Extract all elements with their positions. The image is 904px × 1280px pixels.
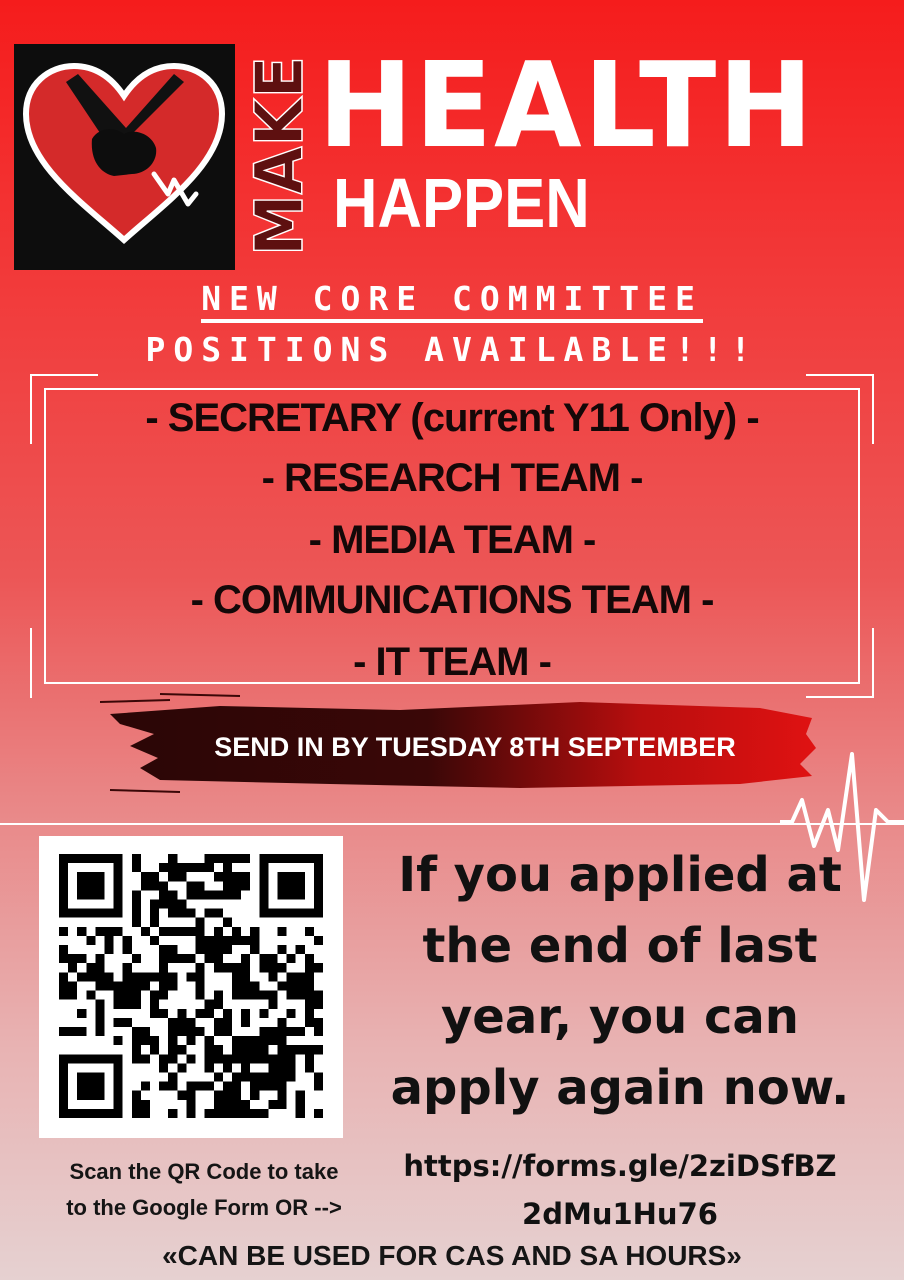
position-it-team: - IT TEAM - bbox=[353, 640, 552, 684]
make-label: MAKE bbox=[241, 56, 316, 256]
scan-instructions: Scan the QR Code to take to the Google F… bbox=[30, 1154, 378, 1226]
frame-line bbox=[44, 388, 860, 390]
form-url-link[interactable]: https://forms.gle/2ziDSfBZ 2dMu1Hu76 bbox=[370, 1142, 870, 1238]
headline-new-core-committee: NEW CORE COMMITTEE bbox=[0, 279, 904, 323]
frame-line bbox=[806, 374, 874, 376]
happen-title: HAPPEN bbox=[333, 164, 590, 242]
position-media-team: - MEDIA TEAM - bbox=[308, 518, 597, 562]
frame-line bbox=[30, 374, 98, 376]
headline-positions-available: POSITIONS AVAILABLE!!! bbox=[145, 330, 759, 369]
deadline-text: SEND IN BY TUESDAY 8TH SEPTEMBER bbox=[214, 732, 736, 762]
reapply-line: If you applied at bbox=[398, 847, 842, 903]
reapply-message: If you applied at the end of last year, … bbox=[380, 840, 860, 1124]
divider-line bbox=[0, 823, 904, 825]
reapply-line: the end of last bbox=[422, 918, 818, 974]
scan-line: to the Google Form OR --> bbox=[66, 1195, 342, 1220]
position-communications-team: - COMMUNICATIONS TEAM - bbox=[190, 578, 715, 622]
form-url-line[interactable]: https://forms.gle/2ziDSfBZ bbox=[370, 1142, 870, 1190]
qr-code[interactable] bbox=[39, 836, 343, 1138]
footer-cas-sa-hours: «CAN BE USED FOR CAS AND SA HOURS» bbox=[162, 1240, 742, 1271]
health-title: HEALTH bbox=[318, 36, 815, 174]
reapply-line: year, you can bbox=[441, 989, 799, 1045]
position-secretary: - SECRETARY (current Y11 Only) - bbox=[145, 396, 759, 440]
scan-line: Scan the QR Code to take bbox=[69, 1159, 339, 1184]
make-label-wrap: MAKE bbox=[236, 44, 319, 270]
position-research-team: - RESEARCH TEAM - bbox=[261, 456, 644, 500]
heart-hands-icon bbox=[22, 62, 226, 245]
logo-heart-hands bbox=[14, 44, 235, 270]
reapply-line: apply again now. bbox=[390, 1060, 850, 1116]
qr-code-icon bbox=[59, 854, 323, 1118]
form-url-line[interactable]: 2dMu1Hu76 bbox=[370, 1190, 870, 1238]
